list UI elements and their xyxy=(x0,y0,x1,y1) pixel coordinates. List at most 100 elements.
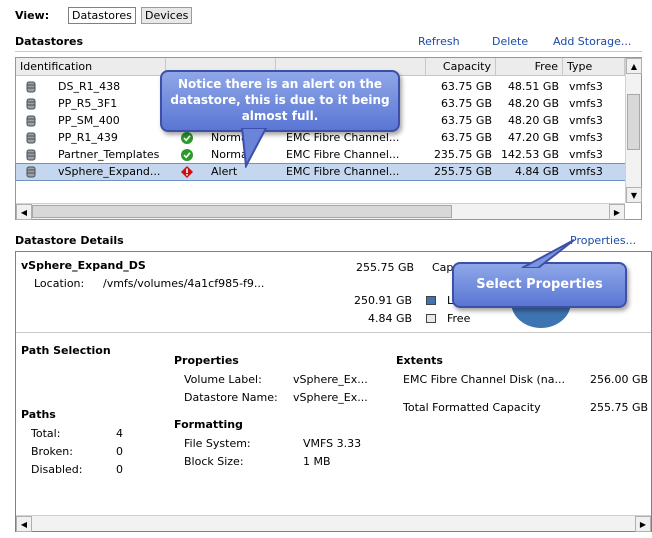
properties-callout-pointer xyxy=(521,239,575,268)
capacity-cell: 63.75 GB xyxy=(440,97,492,110)
grid-vertical-scrollbar[interactable]: ▲ ▼ xyxy=(625,58,642,203)
datastores-view-button[interactable]: Datastores xyxy=(68,7,136,24)
details-horizontal-scrollbar[interactable]: ◀ ▶ xyxy=(16,515,651,532)
capacity-total: 255.75 GB xyxy=(356,261,415,274)
device-cell: EMC Fibre Channel... xyxy=(286,148,400,161)
scroll-left-button[interactable]: ◀ xyxy=(16,204,32,220)
type-cell: vmfs3 xyxy=(569,148,603,161)
block-size-value: 1 MB xyxy=(303,455,331,468)
datastore-icon xyxy=(26,115,36,127)
extent-disk-label: EMC Fibre Channel Disk (na... xyxy=(403,373,566,386)
datastore-icon xyxy=(26,81,36,93)
table-row[interactable]: Partner_Templates Normal EMC Fibre Channel… xyxy=(16,147,625,163)
alert-callout-text: Notice there is an alert on the datastor… xyxy=(170,77,390,123)
datastore-name-cell: PP_R5_3F1 xyxy=(58,97,118,110)
type-cell: vmfs3 xyxy=(569,114,603,127)
paths-broken-value: 0 xyxy=(116,445,123,458)
column-type[interactable]: Type xyxy=(563,58,625,76)
datastore-name-value: vSphere_Ex... xyxy=(293,391,368,404)
datastore-icon xyxy=(26,98,36,110)
datastore-name-cell: DS_R1_438 xyxy=(58,80,121,93)
free-legend-swatch xyxy=(426,314,436,323)
paths-disabled-label: Disabled: xyxy=(31,463,83,476)
details-title: Datastore Details xyxy=(15,234,124,247)
device-cell: EMC Fibre Channel... xyxy=(286,131,400,144)
table-row[interactable]: PP_R1_439 Normal EMC Fibre Channel... 63.75… xyxy=(16,130,625,146)
location-value: /vmfs/volumes/4a1cf985-f9... xyxy=(103,277,265,290)
scroll-right-button[interactable]: ▶ xyxy=(609,204,625,220)
device-cell: EMC Fibre Channel... xyxy=(286,165,400,178)
volume-label-label: Volume Label: xyxy=(184,373,262,386)
column-identification[interactable]: Identification xyxy=(16,58,166,76)
location-label: Location: xyxy=(34,277,85,290)
refresh-link[interactable]: Refresh xyxy=(418,35,460,48)
datastores-title: Datastores xyxy=(15,35,84,48)
datastore-name-cell: PP_R1_439 xyxy=(58,131,118,144)
grid-horizontal-scrollbar[interactable]: ◀ ▶ xyxy=(16,203,625,220)
capacity-cell: 63.75 GB xyxy=(440,131,492,144)
free-cell: 48.51 GB xyxy=(507,80,559,93)
delete-link[interactable]: Delete xyxy=(492,35,528,48)
alert-callout: Notice there is an alert on the datastor… xyxy=(160,70,400,132)
datastore-name-cell: PP_SM_400 xyxy=(58,114,120,127)
add-storage-link[interactable]: Add Storage... xyxy=(553,35,631,48)
datastore-icon xyxy=(26,166,36,178)
paths-total-label: Total: xyxy=(31,427,61,440)
normal-status-icon xyxy=(181,132,193,144)
paths-total-value: 4 xyxy=(116,427,123,440)
column-capacity[interactable]: Capacity xyxy=(426,58,496,76)
type-cell: vmfs3 xyxy=(569,131,603,144)
type-cell: vmfs3 xyxy=(569,165,603,178)
formatted-capacity-value: 255.75 GB xyxy=(590,401,649,414)
formatted-capacity-label: Total Formatted Capacity xyxy=(403,401,541,414)
properties-section-title: Properties xyxy=(174,354,239,367)
properties-callout: Select Properties xyxy=(452,262,627,308)
details-scroll-left-button[interactable]: ◀ xyxy=(16,516,32,532)
datastore-name-label: Datastore Name: xyxy=(184,391,278,404)
scroll-hthumb[interactable] xyxy=(32,205,452,218)
free-cell: 142.53 GB xyxy=(500,148,559,161)
formatting-title: Formatting xyxy=(174,418,243,431)
alert-icon xyxy=(181,166,193,178)
free-label: Free xyxy=(447,312,471,325)
paths-disabled-value: 0 xyxy=(116,463,123,476)
datastore-name: vSphere_Expand_DS xyxy=(21,259,146,272)
file-system-label: File System: xyxy=(184,437,251,450)
datastore-icon xyxy=(26,132,36,144)
alert-callout-pointer xyxy=(240,128,268,168)
path-selection-title: Path Selection xyxy=(21,344,111,357)
properties-link[interactable]: Properties... xyxy=(570,234,636,247)
datastore-name-cell: vSphere_Expand... xyxy=(58,165,161,178)
scroll-down-button[interactable]: ▼ xyxy=(626,187,642,203)
block-size-label: Block Size: xyxy=(184,455,244,468)
scroll-up-button[interactable]: ▲ xyxy=(626,58,642,74)
extent-disk-value: 256.00 GB xyxy=(590,373,649,386)
used-legend-swatch xyxy=(426,296,436,305)
free-value: 4.84 GB xyxy=(368,312,413,325)
paths-title: Paths xyxy=(21,408,56,421)
type-cell: vmfs3 xyxy=(569,80,603,93)
paths-broken-label: Broken: xyxy=(31,445,73,458)
capacity-cell: 235.75 GB xyxy=(433,148,492,161)
details-scroll-right-button[interactable]: ▶ xyxy=(635,516,651,532)
capacity-cell: 63.75 GB xyxy=(440,114,492,127)
capacity-cell: 255.75 GB xyxy=(433,165,492,178)
datastore-name-cell: Partner_Templates xyxy=(58,148,160,161)
free-cell: 48.20 GB xyxy=(507,114,559,127)
file-system-value: VMFS 3.33 xyxy=(303,437,362,450)
type-cell: vmfs3 xyxy=(569,97,603,110)
header-separator xyxy=(15,51,642,52)
devices-view-button[interactable]: Devices xyxy=(141,7,193,24)
volume-label-value: vSphere_Ex... xyxy=(293,373,368,386)
normal-status-icon xyxy=(181,149,193,161)
capacity-cell: 63.75 GB xyxy=(440,80,492,93)
extents-title: Extents xyxy=(396,354,443,367)
free-cell: 47.20 GB xyxy=(507,131,559,144)
scroll-thumb[interactable] xyxy=(627,94,640,150)
free-cell: 48.20 GB xyxy=(507,97,559,110)
free-cell: 4.84 GB xyxy=(514,165,559,178)
table-row[interactable]: vSphere_Expand... Alert EMC Fibre Channel.… xyxy=(15,163,626,181)
datastore-icon xyxy=(26,149,36,161)
column-free[interactable]: Free xyxy=(496,58,563,76)
view-label: View: xyxy=(15,9,50,22)
